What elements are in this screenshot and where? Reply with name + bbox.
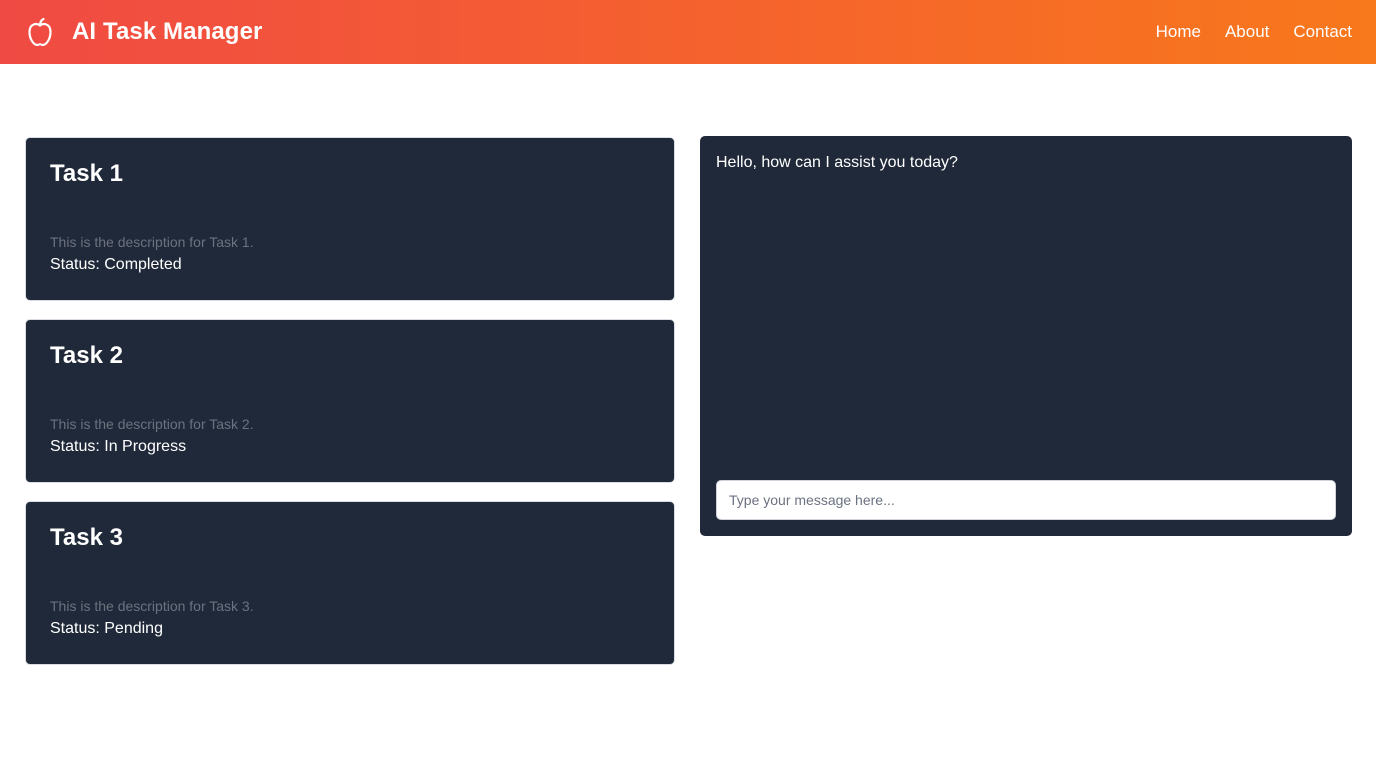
task-card-3[interactable]: Task 3 This is the description for Task …	[25, 501, 675, 665]
nav-link-home[interactable]: Home	[1156, 22, 1201, 42]
task-description: This is the description for Task 2.	[50, 416, 254, 432]
app-title: AI Task Manager	[72, 18, 263, 45]
task-status: Status: In Progress	[50, 438, 187, 455]
nav-link-about[interactable]: About	[1225, 22, 1269, 42]
task-status: Status: Completed	[50, 256, 182, 273]
task-status: Status: Pending	[50, 620, 163, 637]
task-title: Task 3	[50, 524, 123, 551]
chat-message: Hello, how can I assist you today?	[716, 154, 958, 171]
task-description: This is the description for Task 1.	[50, 234, 254, 250]
brand[interactable]: AI Task Manager	[24, 16, 262, 48]
task-title: Task 2	[50, 342, 123, 369]
task-title: Task 1	[50, 160, 123, 187]
chat-message-input[interactable]	[716, 480, 1336, 520]
navbar: AI Task Manager Home About Contact	[0, 0, 1376, 64]
nav-links: Home About Contact	[1132, 22, 1352, 42]
task-description: This is the description for Task 3.	[50, 598, 254, 614]
nav-link-contact[interactable]: Contact	[1293, 22, 1352, 42]
apple-icon	[24, 16, 56, 48]
task-card-1[interactable]: Task 1 This is the description for Task …	[25, 137, 675, 301]
chat-panel: Hello, how can I assist you today?	[700, 136, 1352, 536]
task-card-2[interactable]: Task 2 This is the description for Task …	[25, 319, 675, 483]
